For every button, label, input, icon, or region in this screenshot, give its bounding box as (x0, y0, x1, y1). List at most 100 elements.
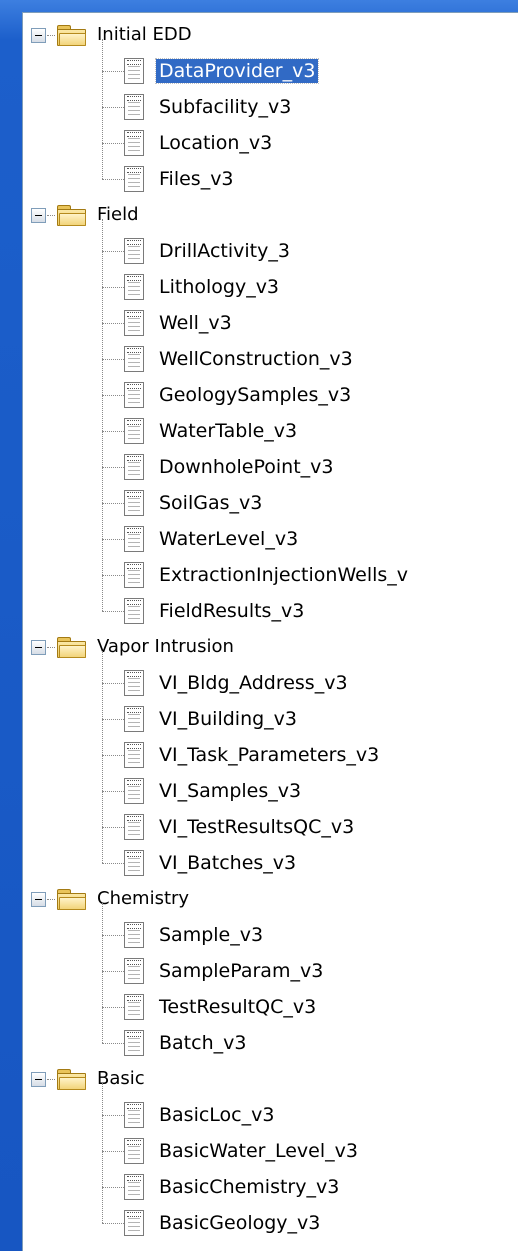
tree-item[interactable]: TestResultQC_v3 (23, 989, 518, 1025)
folder-icon (56, 1068, 86, 1090)
tree-item-label: SoilGas_v3 (159, 492, 263, 514)
document-icon (124, 850, 144, 876)
tree-item-label: BasicGeology_v3 (159, 1212, 321, 1234)
tree-connector (102, 1150, 124, 1152)
tree-item[interactable]: ExtractionInjectionWells_v (23, 557, 518, 593)
folder-icon (56, 24, 86, 46)
tree-item-label: WaterTable_v3 (159, 420, 298, 442)
tree-item-label: Sample_v3 (159, 924, 264, 946)
tree-connector (102, 142, 124, 144)
tree-item[interactable]: Subfacility_v3 (23, 89, 518, 125)
tree-item[interactable]: Batch_v3 (23, 1025, 518, 1061)
tree-connector (102, 826, 124, 828)
document-icon (124, 382, 144, 408)
folder-children: DrillActivity_3 Lithology_v3 Well_v3 WellCo… (23, 219, 518, 629)
tree-item[interactable]: WaterTable_v3 (23, 413, 518, 449)
document-icon (124, 454, 144, 480)
tree-group: Basic BasicLoc_v3 BasicWater_Level_v3 Basic… (23, 1061, 518, 1241)
folder-icon (56, 888, 86, 910)
tree-item[interactable]: BasicLoc_v3 (23, 1097, 518, 1133)
document-icon (124, 706, 144, 732)
tree-item-label: Files_v3 (159, 168, 234, 190)
tree-item-label: VI_Batches_v3 (159, 852, 297, 874)
document-icon (124, 58, 144, 84)
folder-node[interactable]: Basic (23, 1061, 518, 1097)
collapse-toggle-icon[interactable] (31, 207, 46, 223)
collapse-toggle-icon[interactable] (31, 27, 46, 43)
tree-group: Field DrillActivity_3 Lithology_v3 Well_v3 W… (23, 197, 518, 629)
collapse-toggle-icon[interactable] (31, 1071, 46, 1087)
tree-connector (102, 610, 124, 612)
tree-item[interactable]: Files_v3 (23, 161, 518, 197)
window-background: Initial EDD DataProvider_v3 Subfacility_v3… (0, 0, 518, 1251)
folder-node[interactable]: Field (23, 197, 518, 233)
tree-item[interactable]: SampleParam_v3 (23, 953, 518, 989)
tree-item-label: TestResultQC_v3 (159, 996, 317, 1018)
tree-connector (102, 1186, 124, 1188)
tree-item[interactable]: SoilGas_v3 (23, 485, 518, 521)
tree-connector (102, 574, 124, 576)
folder-label: Vapor Intrusion (97, 636, 234, 657)
tree-item[interactable]: FieldResults_v3 (23, 593, 518, 629)
tree-item[interactable]: VI_Samples_v3 (23, 773, 518, 809)
tree-connector (102, 178, 124, 180)
collapse-toggle-icon[interactable] (31, 891, 46, 907)
tree-item[interactable]: Sample_v3 (23, 917, 518, 953)
document-icon (124, 1030, 144, 1056)
tree-item[interactable]: BasicWater_Level_v3 (23, 1133, 518, 1169)
tree-item[interactable]: DataProvider_v3 (23, 53, 518, 89)
tree-connector (47, 646, 55, 648)
tree-item-label: Location_v3 (159, 132, 273, 154)
tree-item-label: DownholePoint_v3 (159, 456, 334, 478)
folder-children: DataProvider_v3 Subfacility_v3 Location_v3… (23, 39, 518, 197)
tree-connector (102, 286, 124, 288)
tree-connector (102, 358, 124, 360)
tree-item[interactable]: BasicGeology_v3 (23, 1205, 518, 1241)
tree-connector (102, 430, 124, 432)
tree-item[interactable]: VI_Building_v3 (23, 701, 518, 737)
tree-item[interactable]: WellConstruction_v3 (23, 341, 518, 377)
document-icon (124, 1138, 144, 1164)
tree-group: Chemistry Sample_v3 SampleParam_v3 TestResu… (23, 881, 518, 1061)
tree-connector (102, 1006, 124, 1008)
document-icon (124, 1174, 144, 1200)
tree-item-label: Well_v3 (159, 312, 232, 334)
tree-item[interactable]: VI_Task_Parameters_v3 (23, 737, 518, 773)
collapse-toggle-icon[interactable] (31, 639, 46, 655)
tree-panel[interactable]: Initial EDD DataProvider_v3 Subfacility_v3… (22, 12, 518, 1251)
folder-icon (56, 636, 86, 658)
tree-item[interactable]: VI_Bldg_Address_v3 (23, 665, 518, 701)
tree-item[interactable]: DrillActivity_3 (23, 233, 518, 269)
tree-item-label: GeologySamples_v3 (159, 384, 352, 406)
document-icon (124, 778, 144, 804)
folder-label: Chemistry (97, 888, 190, 909)
tree-item[interactable]: BasicChemistry_v3 (23, 1169, 518, 1205)
tree-connector (102, 70, 124, 72)
tree-item[interactable]: GeologySamples_v3 (23, 377, 518, 413)
tree-item-label: VI_Building_v3 (159, 708, 298, 730)
document-icon (124, 742, 144, 768)
tree-item-label: Lithology_v3 (159, 276, 280, 298)
folder-node[interactable]: Vapor Intrusion (23, 629, 518, 665)
tree-item[interactable]: VI_TestResultsQC_v3 (23, 809, 518, 845)
folder-node[interactable]: Chemistry (23, 881, 518, 917)
document-icon (124, 526, 144, 552)
tree-item-label: BasicChemistry_v3 (159, 1176, 340, 1198)
document-icon (124, 1210, 144, 1236)
tree-connector (47, 898, 55, 900)
tree-connector (102, 1042, 124, 1044)
tree-item[interactable]: VI_Batches_v3 (23, 845, 518, 881)
tree-connector (102, 538, 124, 540)
tree-item[interactable]: Well_v3 (23, 305, 518, 341)
tree-item[interactable]: DownholePoint_v3 (23, 449, 518, 485)
tree-item-label: WaterLevel_v3 (159, 528, 299, 550)
tree-item[interactable]: Lithology_v3 (23, 269, 518, 305)
document-icon (124, 274, 144, 300)
folder-children: BasicLoc_v3 BasicWater_Level_v3 BasicChemi… (23, 1083, 518, 1241)
tree-item[interactable]: WaterLevel_v3 (23, 521, 518, 557)
tree-connector (102, 754, 124, 756)
tree-item[interactable]: Location_v3 (23, 125, 518, 161)
tree-connector (102, 970, 124, 972)
folder-node[interactable]: Initial EDD (23, 17, 518, 53)
tree-view[interactable]: Initial EDD DataProvider_v3 Subfacility_v3… (23, 17, 518, 1241)
